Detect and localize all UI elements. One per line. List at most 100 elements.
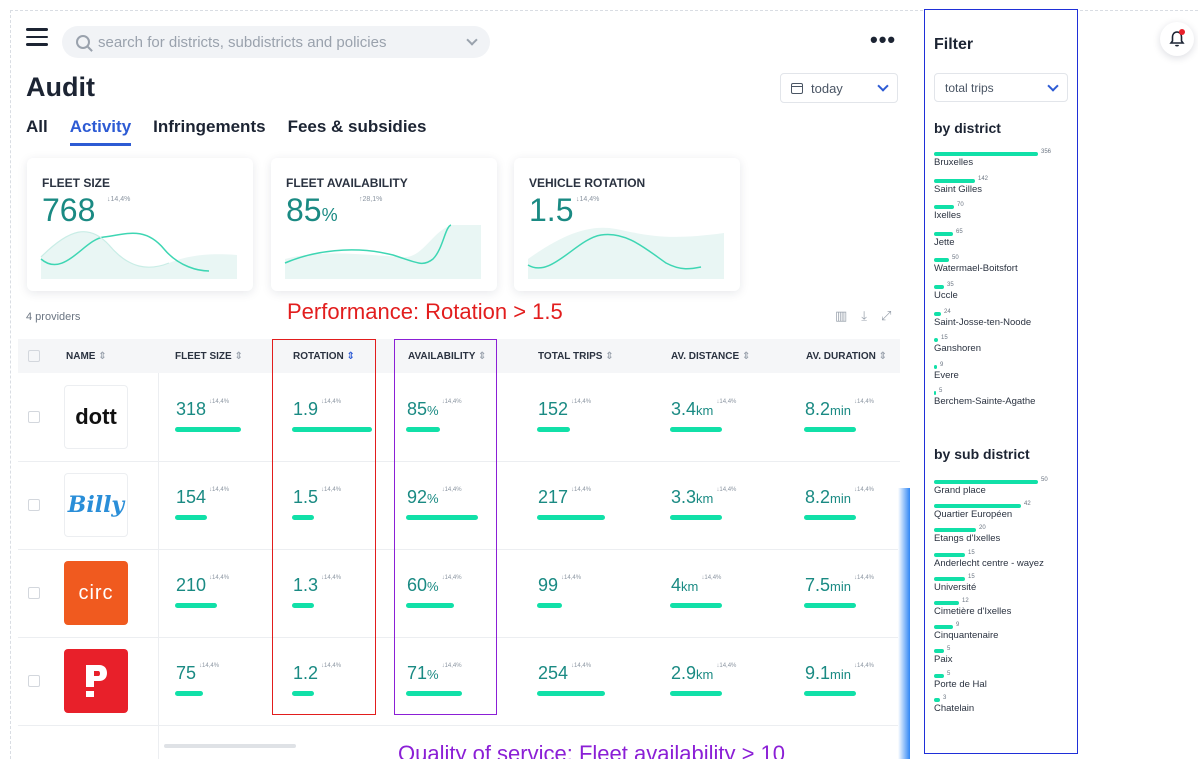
filter-bar-label: Etangs d'Ixelles	[934, 533, 1001, 545]
cell-delta: ↓14,4%	[716, 487, 737, 493]
download-icon[interactable]: ⤓	[861, 308, 867, 324]
cell-value: 9.1	[805, 663, 831, 683]
kpi-card-fleet-availability[interactable]: FLEET AVAILABILITY 85% ↑28,1%	[271, 158, 497, 291]
search-bar[interactable]	[62, 26, 490, 58]
filter-bar	[934, 258, 949, 263]
filter-bar-count: 50	[952, 255, 959, 262]
provider-logo-pony	[64, 649, 128, 713]
cell-value: 217	[538, 487, 569, 507]
column-header-av-duration[interactable]: AV. DURATION ⇕	[806, 351, 887, 362]
cell-value: 154	[176, 487, 207, 507]
cell-delta: ↓14,4%	[701, 575, 722, 581]
search-input[interactable]	[98, 33, 468, 51]
kpi-card-vehicle-rotation[interactable]: VEHICLE ROTATION 1.5 ↓14,4%	[514, 158, 740, 291]
filter-bar-count: 142	[978, 175, 989, 182]
chevron-down-icon[interactable]	[466, 34, 478, 46]
cell-unit: min	[830, 667, 851, 682]
cell-distance: 3.3km↓14,4%	[671, 487, 736, 508]
cell-trips: 217 ↓14,4%	[538, 487, 591, 508]
filter-bar-label: Berchem-Sainte-Agathe	[934, 396, 1036, 408]
filter-bar-label: Ixelles	[934, 210, 961, 222]
cell-delta: ↓14,4%	[199, 663, 220, 669]
row-checkbox[interactable]	[28, 411, 40, 423]
kpi-card-fleet-size[interactable]: FLEET SIZE 768 ↓14,4%	[27, 158, 253, 291]
cell-value: 4	[671, 575, 682, 595]
pony-logo-mark	[86, 665, 107, 697]
cell-level-bar	[804, 603, 856, 608]
columns-icon[interactable]: ▥	[835, 308, 847, 324]
cell-unit: km	[681, 579, 699, 594]
filter-bar	[934, 625, 953, 630]
horizontal-scrollbar[interactable]	[164, 744, 296, 748]
filter-bar-label: Uccle	[934, 290, 958, 301]
filter-bar-count: 15	[968, 549, 975, 556]
cell-value: 8.2	[805, 399, 831, 419]
filter-bar-label: Porte de Hal	[934, 678, 987, 690]
kpi-label: FLEET AVAILABILITY	[286, 176, 408, 190]
filter-bar-count: 70	[957, 202, 964, 209]
notification-dot	[1179, 29, 1185, 35]
expand-icon[interactable]: ⤢	[881, 308, 891, 324]
filter-bar	[934, 504, 1021, 509]
notifications-button[interactable]	[1160, 22, 1194, 56]
filter-bar-count: 50	[1041, 477, 1048, 483]
date-range-select[interactable]: today	[780, 73, 898, 103]
column-header-av-distance[interactable]: AV. DISTANCE ⇕	[671, 351, 750, 362]
filter-bar-count: 35	[947, 282, 954, 288]
rotation-highlight-box	[272, 339, 376, 715]
cell-value: 254	[538, 663, 569, 683]
cell-level-bar	[537, 603, 562, 608]
column-divider	[158, 373, 159, 759]
filter-metric-select[interactable]: total trips	[934, 73, 1068, 102]
cell-distance: 4km↓14,4%	[671, 575, 721, 596]
provider-logo-circ: circ	[64, 561, 128, 625]
filter-bar	[934, 601, 959, 605]
filter-bar	[934, 697, 940, 702]
filter-bar-count: 65	[956, 228, 963, 235]
by-district-heading: by district	[934, 120, 1001, 136]
tab-activity[interactable]: Activity	[69, 117, 132, 146]
filter-bar	[934, 152, 1038, 156]
date-range-value: today	[811, 80, 843, 96]
cell-value: 99	[538, 575, 559, 595]
column-header-name[interactable]: NAME ⇕	[66, 351, 107, 362]
cell-unit: min	[830, 403, 851, 418]
row-checkbox[interactable]	[28, 499, 40, 511]
column-header-total-trips[interactable]: TOTAL TRIPS ⇕	[538, 351, 614, 362]
cell-delta: ↓14,4%	[716, 399, 737, 405]
filter-bar	[934, 480, 1038, 484]
filter-bar-label: Chatelain	[934, 702, 975, 714]
column-header-fleet-size[interactable]: FLEET SIZE ⇕	[175, 351, 243, 362]
row-checkbox[interactable]	[28, 587, 40, 599]
cell-unit: km	[696, 491, 714, 506]
kpi-label: VEHICLE ROTATION	[529, 176, 646, 190]
cell-delta: ↓14,4%	[209, 399, 230, 405]
cell-level-bar	[175, 691, 203, 696]
chevron-down-icon	[877, 80, 889, 92]
cell-delta: ↓14,4%	[571, 399, 592, 405]
row-checkbox[interactable]	[28, 675, 40, 687]
vertical-scroll-indicator[interactable]	[898, 488, 910, 759]
select-all-checkbox[interactable]	[28, 350, 40, 362]
cell-level-bar	[670, 515, 722, 520]
filter-bar	[934, 673, 944, 678]
tab-all[interactable]: All	[26, 117, 48, 146]
cell-delta: ↓14,4%	[209, 487, 230, 493]
tab-infringements[interactable]: Infringements	[153, 117, 265, 146]
filter-bar	[934, 285, 944, 289]
cell-delta: ↓14,4%	[853, 663, 874, 669]
filter-metric-value: total trips	[945, 80, 994, 95]
filter-bar-label: Saint Gilles	[934, 183, 983, 195]
cell-fleet: 154 ↓14,4%	[176, 487, 229, 508]
hamburger-menu-icon[interactable]	[26, 28, 48, 46]
filter-bar-count: 5	[947, 646, 951, 653]
cell-fleet: 210 ↓14,4%	[176, 575, 229, 596]
cell-distance: 3.4km↓14,4%	[671, 399, 736, 420]
tab-fees-subsidies[interactable]: Fees & subsidies	[288, 117, 427, 146]
page-title: Audit	[26, 72, 95, 102]
filter-bar	[934, 205, 954, 210]
cell-level-bar	[537, 515, 605, 520]
filter-bar	[934, 178, 975, 183]
more-options-button[interactable]: •••	[870, 29, 896, 51]
cell-delta: ↓14,4%	[853, 575, 874, 581]
